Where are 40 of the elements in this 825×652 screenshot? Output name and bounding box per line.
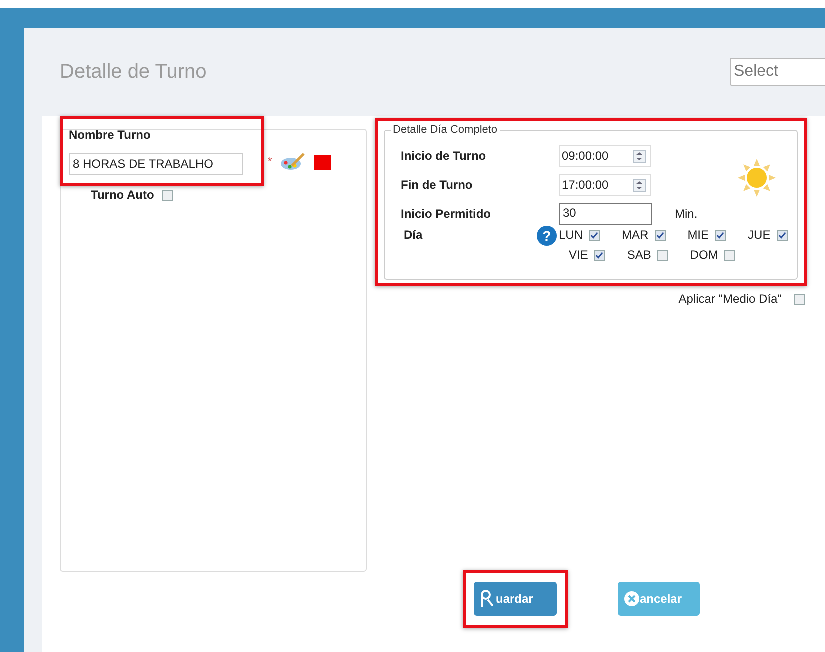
close-icon	[624, 591, 640, 607]
spinner-arrows-icon[interactable]	[633, 150, 646, 162]
checkbox[interactable]	[724, 250, 736, 260]
checkbox-label: Turno Auto	[91, 188, 154, 202]
checkbox[interactable]	[594, 250, 606, 260]
checkbox-label: MIE	[688, 228, 710, 242]
checkbox-label: SAB	[627, 248, 652, 262]
help-icon[interactable]: ?	[537, 226, 557, 246]
checkbox-label: LUN	[559, 228, 584, 242]
checkbox-label: VIE	[569, 248, 588, 262]
checkbox[interactable]	[715, 230, 726, 240]
color-swatch[interactable]	[314, 154, 332, 170]
checkbox[interactable]	[657, 250, 668, 260]
time-field[interactable]: 17:00:00	[559, 174, 651, 196]
time-field[interactable]: 09:00:00	[559, 145, 651, 167]
field-label: Fin de Turno	[401, 178, 474, 192]
palette-icon[interactable]	[280, 152, 306, 172]
checkbox-label: DOM	[690, 248, 718, 262]
unit-label: Min.	[675, 207, 698, 221]
group-title: Detalle Día Completo	[391, 124, 500, 136]
page-title: Detalle de Turno	[60, 60, 207, 84]
save-button[interactable]: uardar	[474, 582, 557, 616]
checkbox[interactable]	[654, 230, 666, 240]
minutes-field[interactable]: 30	[559, 203, 652, 225]
checkbox[interactable]	[589, 230, 600, 240]
name-field[interactable]: 8 HORAS DE TRABALHO	[69, 153, 243, 175]
sun-icon	[737, 158, 777, 198]
field-label: Inicio Permitido	[401, 207, 492, 221]
checkbox-label: JUE	[748, 228, 771, 242]
field-label: Inicio de Turno	[401, 149, 488, 163]
required-mark: *	[268, 156, 272, 168]
checkbox-label: Aplicar "Medio Día"	[678, 292, 782, 306]
checkbox[interactable]	[794, 294, 805, 304]
field-label: Nombre Turno	[69, 128, 152, 142]
checkbox[interactable]	[162, 190, 174, 200]
checkbox[interactable]	[776, 230, 788, 240]
checkbox-label: MAR	[622, 228, 649, 242]
field-label: Día	[404, 228, 423, 242]
select-dropdown[interactable]: Select	[730, 58, 825, 86]
spinner-arrows-icon[interactable]	[633, 178, 646, 192]
